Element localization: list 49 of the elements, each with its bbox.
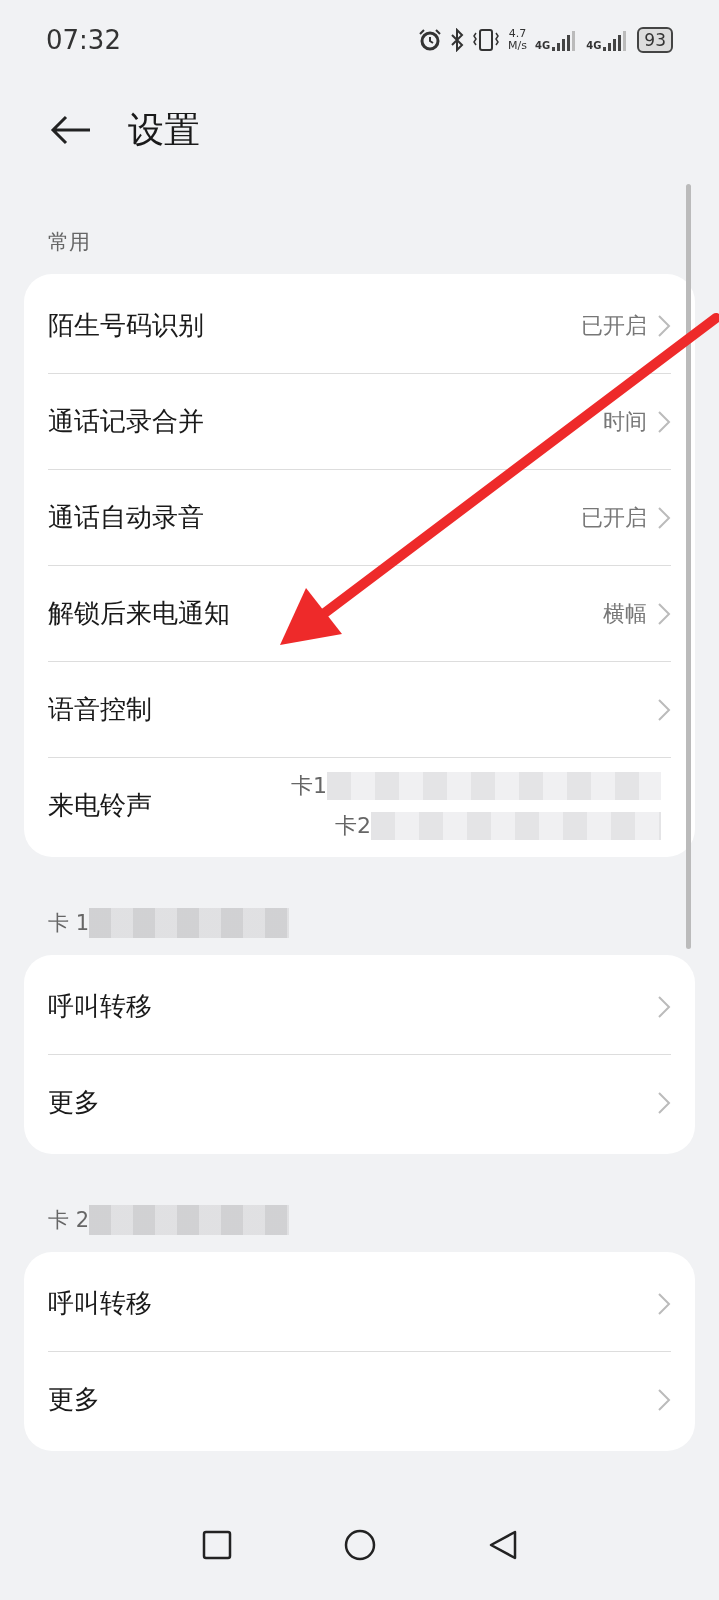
clock: 07:32: [46, 25, 121, 55]
row-label: 陌生号码识别: [48, 309, 205, 342]
chevron-icon: [657, 1387, 671, 1412]
back-icon[interactable]: [50, 115, 92, 145]
recent-apps-icon[interactable]: [200, 1529, 233, 1561]
row-label: 通话记录合并: [48, 405, 205, 438]
chevron-icon: [657, 313, 671, 338]
settings-row[interactable]: 来电铃声 卡1 卡2: [48, 758, 671, 853]
bluetooth-icon: [450, 28, 465, 52]
chevron-icon: [657, 697, 671, 722]
chevron-icon: [657, 505, 671, 530]
row-label: 语音控制: [48, 693, 153, 726]
network-type: 4G: [586, 40, 602, 51]
settings-row[interactable]: 语音控制: [48, 662, 671, 758]
settings-row[interactable]: 呼叫转移: [48, 1256, 671, 1352]
chevron-icon: [657, 601, 671, 626]
row-value: 横幅: [603, 599, 647, 628]
network-type: 4G: [535, 40, 551, 51]
section-label: 卡 1: [47, 910, 90, 937]
row-value: 已开启: [581, 311, 647, 340]
row-label: 来电铃声: [48, 789, 153, 822]
sim-label: 卡2: [335, 811, 371, 840]
row-value: 已开启: [581, 503, 647, 532]
chevron-icon: [657, 409, 671, 434]
settings-row[interactable]: 呼叫转移: [48, 959, 671, 1055]
home-icon[interactable]: [342, 1528, 377, 1562]
settings-row[interactable]: 通话自动录音 已开启: [48, 470, 671, 566]
settings-row[interactable]: 通话记录合并 时间: [48, 374, 671, 470]
row-label: 更多: [48, 1086, 101, 1119]
section-label: 常用: [47, 229, 90, 256]
settings-row[interactable]: 陌生号码识别 已开启: [48, 278, 671, 374]
settings-row[interactable]: 更多: [48, 1055, 671, 1150]
row-label: 呼叫转移: [48, 990, 153, 1023]
settings-row[interactable]: 更多: [48, 1352, 671, 1447]
row-label: 呼叫转移: [48, 1287, 153, 1320]
chevron-icon: [657, 1291, 671, 1316]
sim-label: 卡1: [291, 771, 327, 800]
page-title: 设置: [128, 107, 200, 152]
vibrate-icon: [472, 28, 501, 52]
alarm-icon: [418, 28, 443, 52]
chevron-icon: [657, 994, 671, 1019]
section-label: 卡 2: [47, 1207, 90, 1234]
network-speed: 4.7 M/s: [508, 28, 527, 52]
battery-level: 93: [637, 27, 673, 53]
chevron-icon: [657, 1090, 671, 1115]
row-label: 解锁后来电通知: [48, 597, 231, 630]
row-value: 时间: [603, 407, 647, 436]
row-label: 通话自动录音: [48, 501, 205, 534]
row-label: 更多: [48, 1383, 101, 1416]
